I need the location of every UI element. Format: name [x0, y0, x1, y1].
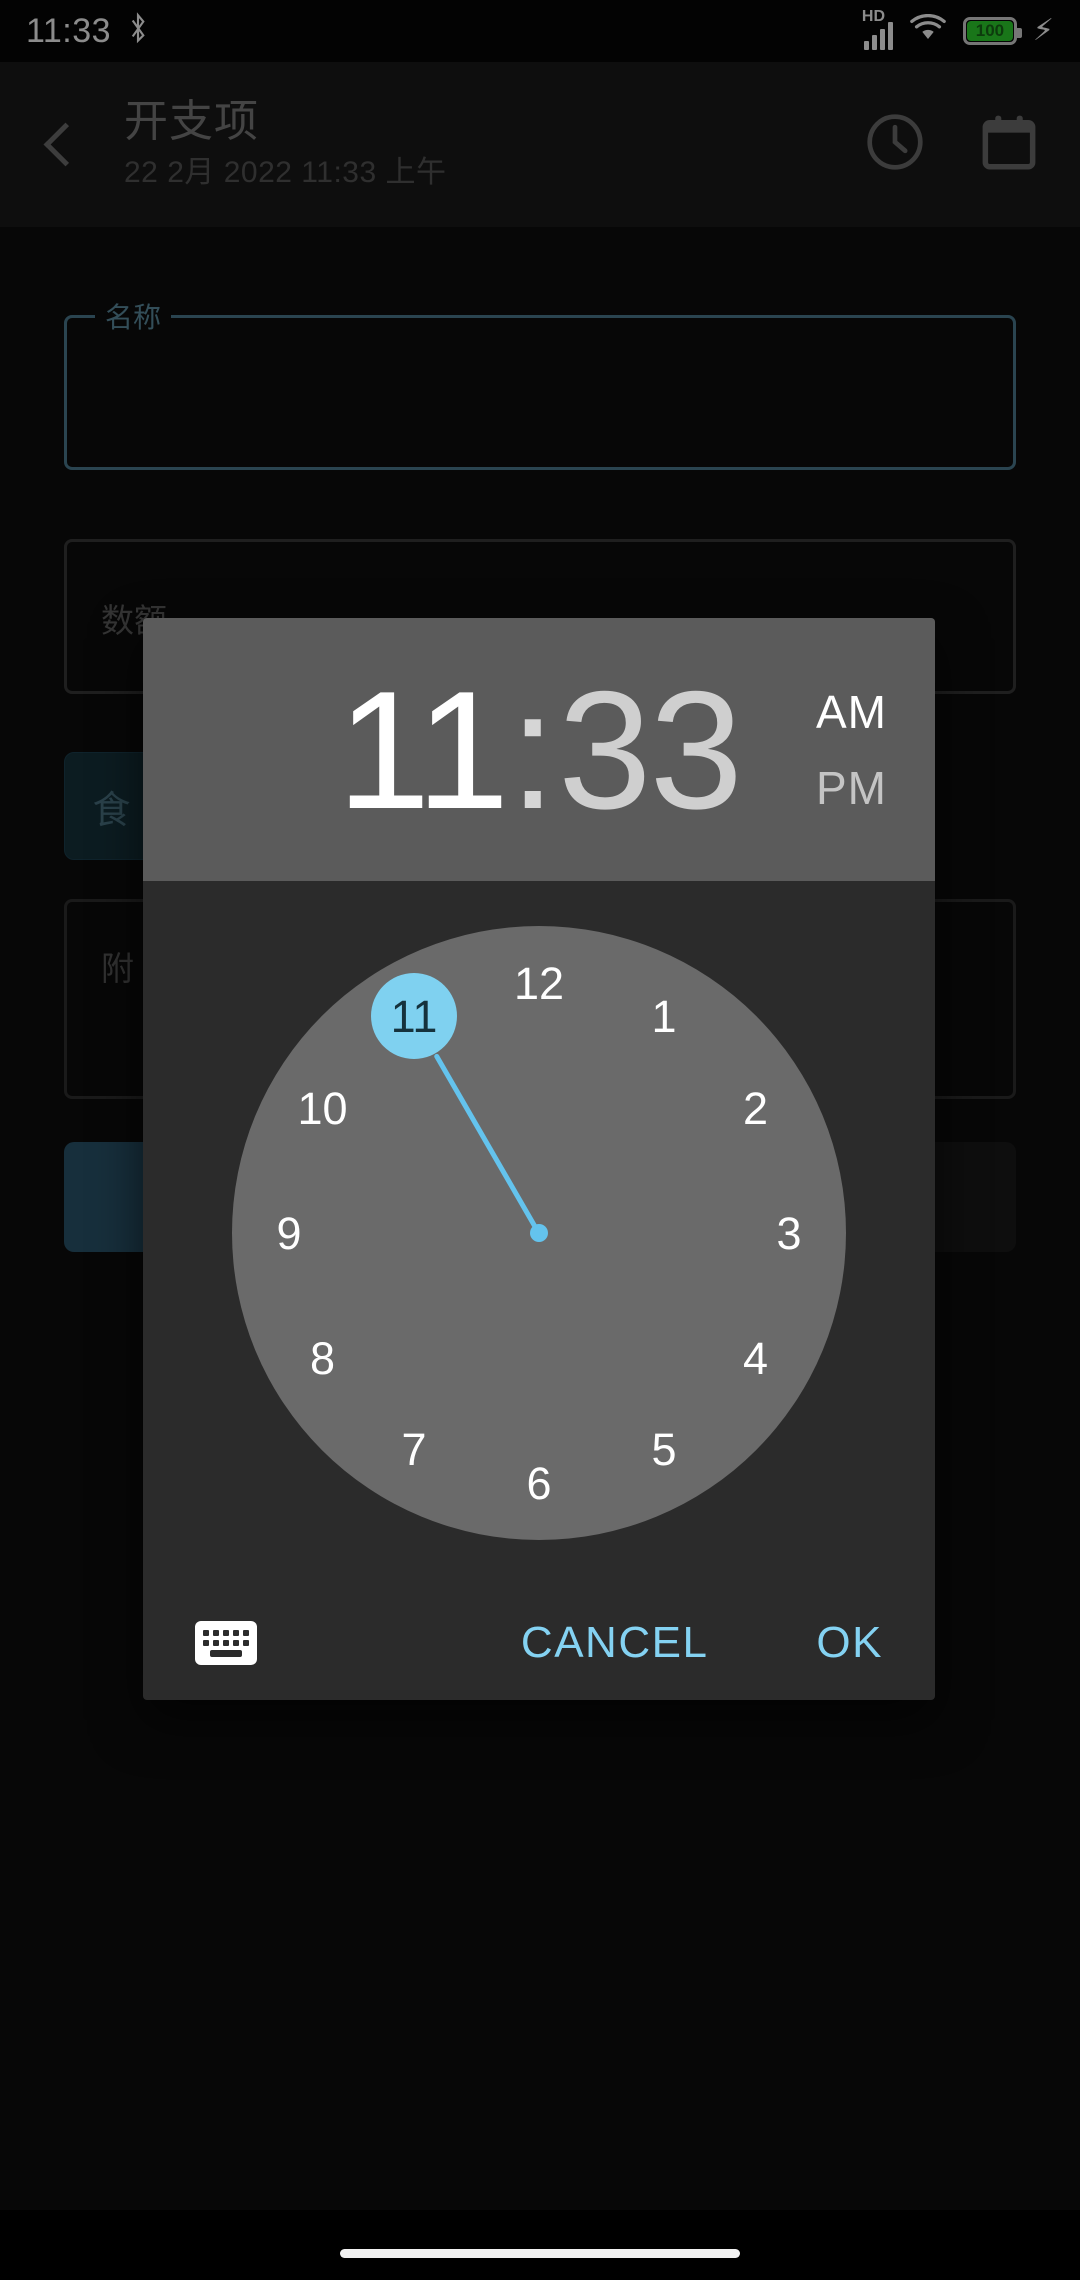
clock-number-6[interactable]: 6 [496, 1440, 582, 1526]
time-separator: : [509, 655, 557, 844]
clock-number-label: 9 [276, 1207, 302, 1259]
meridiem-selector: AM PM [816, 618, 887, 881]
pm-option[interactable]: PM [816, 765, 887, 811]
battery-percent-label: 100 [975, 21, 1005, 40]
clock-number-7[interactable]: 7 [371, 1407, 457, 1493]
clock-number-1[interactable]: 1 [621, 973, 707, 1059]
time-display: 11 : 33 [337, 655, 743, 844]
time-picker-body: 12 1 2 3 4 5 6 7 8 9 10 11 [143, 881, 935, 1586]
clock-number-label: 8 [309, 1332, 335, 1384]
clock-number-label: 3 [776, 1207, 802, 1259]
clock-number-label: 1 [651, 990, 677, 1042]
clock-number-12[interactable]: 12 [496, 940, 582, 1026]
clock-number-4[interactable]: 4 [713, 1315, 799, 1401]
clock-number-label: 10 [297, 1082, 348, 1134]
ok-button[interactable]: OK [816, 1618, 883, 1668]
clock-number-label: 5 [651, 1424, 677, 1475]
time-picker-actions: CANCEL OK [521, 1618, 883, 1668]
time-picker-footer: CANCEL OK [143, 1586, 935, 1700]
keyboard-icon[interactable] [195, 1621, 257, 1665]
clock-number-3[interactable]: 3 [746, 1190, 832, 1276]
clock-number-5[interactable]: 5 [621, 1407, 707, 1493]
clock-hand [433, 1052, 542, 1235]
time-picker-dialog: 11 : 33 AM PM 12 1 2 3 4 5 6 7 8 9 10 11 CANCEL OK [143, 618, 935, 1700]
minute-display[interactable]: 33 [558, 666, 743, 834]
clock-number-label: 6 [526, 1457, 552, 1509]
clock-number-label: 7 [401, 1424, 427, 1475]
clock-number-label: 12 [513, 957, 565, 1009]
system-nav-bar [0, 2210, 1080, 2280]
home-gesture-pill[interactable] [340, 2249, 740, 2258]
time-picker-header: 11 : 33 AM PM [143, 618, 935, 881]
clock-number-label: 4 [742, 1332, 769, 1384]
cancel-button[interactable]: CANCEL [521, 1618, 709, 1668]
clock-number-2[interactable]: 2 [713, 1065, 799, 1151]
am-option[interactable]: AM [816, 689, 887, 735]
clock-number-11[interactable]: 11 [371, 973, 457, 1060]
hour-display[interactable]: 11 [337, 666, 509, 834]
clock-center-dot [530, 1224, 548, 1242]
clock-number-8[interactable]: 8 [279, 1315, 365, 1401]
clock-number-label: 2 [742, 1082, 769, 1134]
clock-number-label: 11 [390, 990, 438, 1042]
clock-number-10[interactable]: 10 [279, 1065, 365, 1151]
clock-number-9[interactable]: 9 [246, 1190, 332, 1276]
clock-face[interactable]: 12 1 2 3 4 5 6 7 8 9 10 11 [232, 926, 846, 1540]
